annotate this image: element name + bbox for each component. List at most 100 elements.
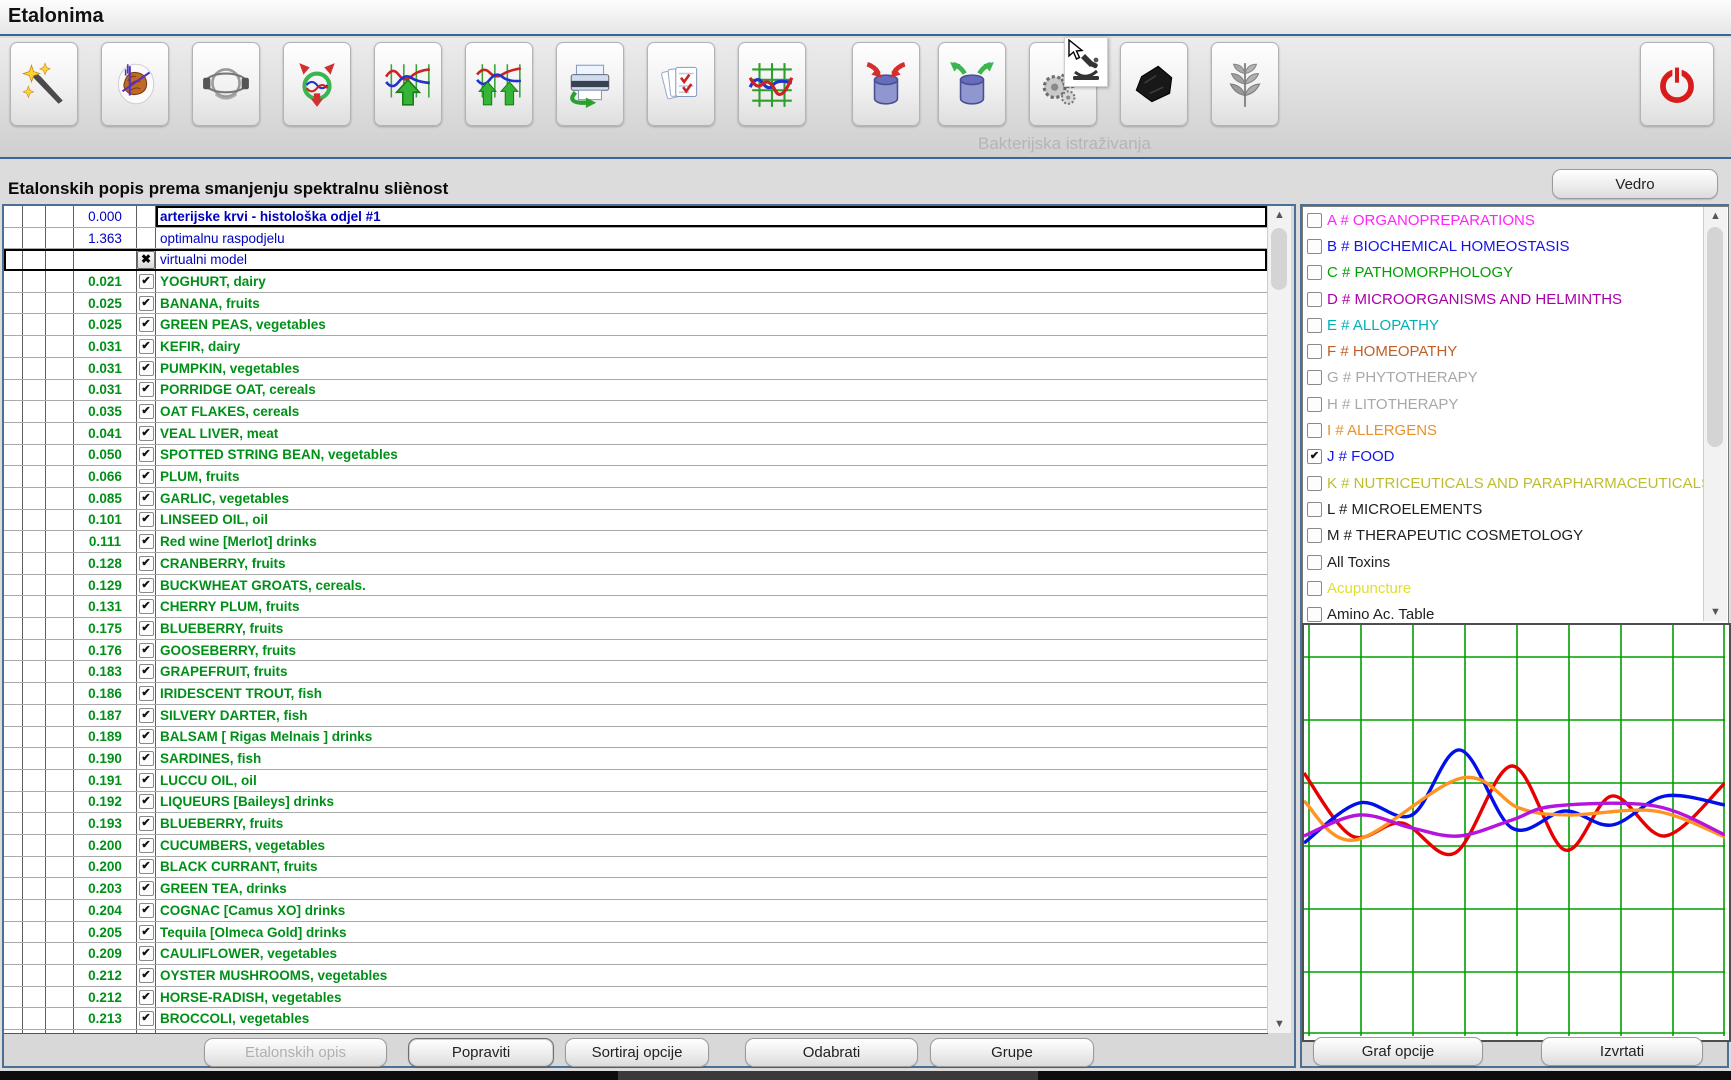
category-checkbox[interactable] [1307,528,1322,543]
etalon-row[interactable]: 0.214✔BEET, vegetables [4,1030,1267,1034]
etalon-row[interactable]: 0.066✔PLUM, fruits [4,466,1267,488]
category-checkbox[interactable] [1307,607,1322,622]
row-checkbox-checked[interactable]: ✔ [139,881,154,896]
category-checkbox[interactable] [1307,397,1322,412]
category-item[interactable]: I # ALLERGENS [1303,417,1728,443]
etalon-row[interactable]: 0.205✔Tequila [Olmeca Gold] drinks [4,922,1267,944]
toolbar-button-compare-ring[interactable] [283,42,351,126]
sortiraj-opcije-button[interactable]: Sortiraj opcije [565,1038,709,1067]
toolbar-button-plant[interactable] [1211,42,1279,126]
toolbar-button-card-index[interactable] [647,42,715,126]
row-checkbox-checked[interactable]: ✔ [139,990,154,1005]
category-checkbox[interactable] [1307,581,1322,596]
odabrati-button[interactable]: Odabrati [745,1038,918,1067]
toolbar-button-etalon-up-double[interactable] [465,42,533,126]
category-item[interactable]: G # PHYTOTHERAPY [1303,365,1728,391]
vedro-button[interactable]: Vedro [1552,169,1718,199]
category-checkbox[interactable] [1307,292,1322,307]
category-item[interactable]: M # THERAPEUTIC COSMETOLOGY [1303,523,1728,549]
category-item[interactable]: ✔J # FOOD [1303,444,1728,470]
etalon-row[interactable]: 0.025✔BANANA, fruits [4,293,1267,315]
toolbar-button-brain[interactable] [101,42,169,126]
etalon-row[interactable]: 0.101✔LINSEED OIL, oil [4,510,1267,532]
row-checkbox-checked[interactable]: ✔ [139,274,154,289]
row-checkbox-checked[interactable]: ✔ [139,643,154,658]
row-checkbox-checked[interactable]: ✔ [139,708,154,723]
category-checkbox[interactable] [1307,344,1322,359]
category-checkbox[interactable] [1307,555,1322,570]
row-checkbox-checked[interactable]: ✔ [139,1011,154,1026]
category-checkbox[interactable] [1307,318,1322,333]
category-checkbox[interactable] [1307,476,1322,491]
row-checkbox-checked[interactable]: ✔ [139,925,154,940]
row-checkbox-checked[interactable]: ✔ [139,794,154,809]
row-checkbox-checked[interactable]: ✔ [139,556,154,571]
category-scrollbar[interactable]: ▲ ▼ [1703,207,1727,621]
etalon-row[interactable]: 0.204✔COGNAC [Camus XO] drinks [4,900,1267,922]
toolbar-button-container-in[interactable] [852,42,920,126]
toolbar-button-magic-wand[interactable] [10,42,78,126]
row-checkbox-checked[interactable]: ✔ [139,621,154,636]
etalon-row[interactable]: 0.111✔Red wine [Merlot] drinks [4,531,1267,553]
etalon-opis-button[interactable]: Etalonskih opis [204,1038,387,1067]
category-checkbox[interactable] [1307,423,1322,438]
category-item[interactable]: H # LITOTHERAPY [1303,391,1728,417]
category-item[interactable]: C # PATHOMORPHOLOGY [1303,260,1728,286]
category-item[interactable]: A # ORGANOPREPARATIONS [1303,207,1728,233]
grupe-button[interactable]: Grupe [930,1038,1094,1067]
row-checkbox-checked[interactable]: ✔ [139,534,154,549]
row-checkbox-checked[interactable]: ✔ [139,838,154,853]
etalon-row[interactable]: 0.183✔GRAPEFRUIT, fruits [4,661,1267,683]
row-checkbox-checked[interactable]: ✔ [139,317,154,332]
scrollbar-thumb[interactable] [1707,227,1723,447]
etalon-row[interactable]: 0.203✔GREEN TEA, drinks [4,878,1267,900]
category-item[interactable]: E # ALLOPATHY [1303,312,1728,338]
etalon-row[interactable]: 0.190✔SARDINES, fish [4,748,1267,770]
category-item[interactable]: Amino Ac. Table [1303,601,1728,624]
row-checkbox-checked[interactable]: ✔ [139,426,154,441]
toolbar-button-head-scanner[interactable] [192,42,260,126]
etalon-row[interactable]: 0.212✔HORSE-RADISH, vegetables [4,987,1267,1009]
toolbar-button-etalon-up[interactable] [374,42,442,126]
row-checkbox-checked[interactable]: ✔ [139,447,154,462]
etalon-row[interactable]: 0.192✔LIQUEURS [Baileys] drinks [4,792,1267,814]
row-checkbox-checked[interactable]: ✔ [139,512,154,527]
etalon-row[interactable]: 0.021✔YOGHURT, dairy [4,271,1267,293]
scroll-down-icon[interactable]: ▼ [1268,1015,1291,1033]
etalon-row[interactable]: 0.128✔CRANBERRY, fruits [4,553,1267,575]
row-checkbox-checked[interactable]: ✔ [139,946,154,961]
row-checkbox-checked[interactable]: ✔ [139,599,154,614]
category-item[interactable]: F # HOMEOPATHY [1303,338,1728,364]
row-x-checkbox[interactable]: ✖ [137,251,155,269]
etalon-scrollbar[interactable]: ▲ ▼ [1267,206,1291,1033]
row-checkbox-checked[interactable]: ✔ [139,903,154,918]
etalon-row[interactable]: 0.031✔PORRIDGE OAT, cereals [4,380,1267,402]
etalon-row[interactable]: 0.041✔VEAL LIVER, meat [4,423,1267,445]
row-checkbox-checked[interactable]: ✔ [139,686,154,701]
etalon-row[interactable]: 0.187✔SILVERY DARTER, fish [4,705,1267,727]
etalon-row[interactable]: 0.200✔BLACK CURRANT, fruits [4,857,1267,879]
row-checkbox-checked[interactable]: ✔ [139,751,154,766]
graf-opcije-button[interactable]: Graf opcije [1313,1037,1483,1066]
row-checkbox-checked[interactable]: ✔ [139,491,154,506]
row-checkbox-checked[interactable]: ✔ [139,729,154,744]
category-item[interactable]: All Toxins [1303,549,1728,575]
row-checkbox-checked[interactable]: ✔ [139,469,154,484]
category-checkbox[interactable] [1307,370,1322,385]
category-item[interactable]: D # MICROORGANISMS AND HELMINTHS [1303,286,1728,312]
etalon-row[interactable]: 0.186✔IRIDESCENT TROUT, fish [4,683,1267,705]
scroll-up-icon[interactable]: ▲ [1268,206,1291,224]
row-checkbox-checked[interactable]: ✔ [139,382,154,397]
scroll-up-icon[interactable]: ▲ [1704,207,1727,225]
category-checkbox[interactable] [1307,265,1322,280]
etalon-row[interactable]: 0.031✔PUMPKIN, vegetables [4,358,1267,380]
etalon-row[interactable]: 0.035✔OAT FLAKES, cereals [4,401,1267,423]
category-item[interactable]: L # MICROELEMENTS [1303,496,1728,522]
category-item[interactable]: K # NUTRICEUTICALS AND PARAPHARMACEUTICA… [1303,470,1728,496]
etalon-row[interactable]: 0.191✔LUCCU OIL, oil [4,770,1267,792]
etalon-row[interactable]: 0.175✔BLUEBERRY, fruits [4,618,1267,640]
etalon-row[interactable]: 0.129✔BUCKWHEAT GROATS, cereals. [4,575,1267,597]
row-checkbox-checked[interactable]: ✔ [139,968,154,983]
toolbar-button-printer[interactable] [556,42,624,126]
etalon-row[interactable]: 0.189✔BALSAM [ Rigas Melnais ] drinks [4,727,1267,749]
